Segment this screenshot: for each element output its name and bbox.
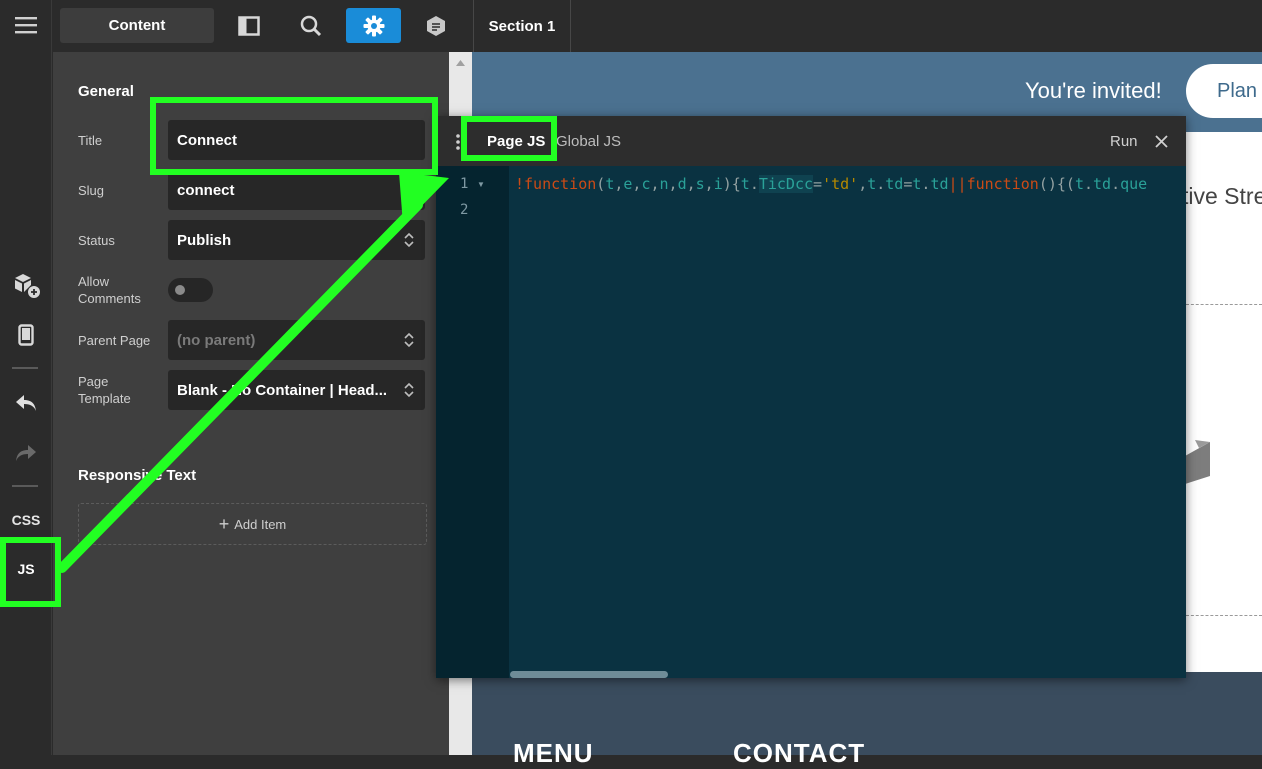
slug-field[interactable]: connect xyxy=(168,170,425,210)
tab-content[interactable]: Content xyxy=(60,8,214,43)
code-line-1[interactable]: !function(t,e,c,n,d,s,i){t.TicDcc='td',t… xyxy=(515,175,1147,193)
add-element-icon[interactable] xyxy=(0,268,52,302)
page-template-value: Blank - No Container | Head... xyxy=(177,381,388,399)
responsive-text-heading: Responsive Text xyxy=(78,467,197,484)
tab-global-js[interactable]: Global JS xyxy=(556,133,621,150)
drag-handle-icon[interactable] xyxy=(456,134,460,150)
highlight-page-js-tab xyxy=(461,116,557,161)
parent-page-select[interactable]: (no parent) xyxy=(168,320,425,360)
plan-button[interactable]: Plan ... xyxy=(1186,64,1262,118)
editor-horizontal-scrollbar[interactable] xyxy=(510,671,668,678)
left-rail: CSS JS xyxy=(0,0,52,755)
slug-label: Slug xyxy=(78,183,105,198)
page-template-label: Page Template xyxy=(78,374,131,406)
css-button[interactable]: CSS xyxy=(0,505,52,535)
rail-divider xyxy=(12,485,38,487)
parent-page-label: Parent Page xyxy=(78,333,151,348)
chevron-updown-icon xyxy=(404,332,414,348)
plus-icon: + xyxy=(218,513,230,534)
line-number: 1 xyxy=(460,176,469,192)
footer-contact-heading: CONTACT xyxy=(733,738,866,768)
tab-section-1[interactable]: Section 1 xyxy=(473,0,571,52)
dashed-divider xyxy=(1186,304,1262,305)
layout-panel-icon[interactable] xyxy=(224,8,274,43)
top-toolbar: Content Section 1 xyxy=(52,0,1262,52)
footer-menu-heading: MENU xyxy=(513,738,594,768)
status-label: Status xyxy=(78,233,115,248)
redo-icon[interactable] xyxy=(0,436,52,470)
parent-page-value: (no parent) xyxy=(177,331,256,349)
mobile-preview-icon[interactable] xyxy=(0,318,52,352)
status-select[interactable]: Publish xyxy=(168,220,425,260)
search-icon[interactable] xyxy=(286,8,336,43)
close-icon[interactable] xyxy=(1155,135,1168,148)
status-value: Publish xyxy=(177,231,232,249)
add-item-label: Add Item xyxy=(234,516,287,532)
chevron-updown-icon xyxy=(404,382,414,398)
general-heading: General xyxy=(78,83,134,100)
cube-icon xyxy=(1185,440,1210,484)
preview-body-text: tive Stre xyxy=(1182,183,1262,209)
fold-arrow-icon[interactable]: ▼ xyxy=(477,180,485,189)
scroll-up-arrow-icon[interactable] xyxy=(456,60,465,66)
menu-icon[interactable] xyxy=(0,8,52,42)
title-label: Title xyxy=(78,133,103,148)
add-item-button[interactable]: + Add Item xyxy=(78,503,427,545)
highlight-js-button xyxy=(0,537,61,607)
rail-divider xyxy=(12,367,38,369)
chevron-updown-icon xyxy=(404,232,414,248)
allow-comments-toggle[interactable] xyxy=(168,278,213,302)
js-editor-panel: Page JS Global JS Run 1 ▼ 2 !function(t,… xyxy=(436,116,1186,678)
css-label: CSS xyxy=(11,512,41,528)
line-number: 2 xyxy=(460,202,469,218)
banner-text: You're invited! xyxy=(1025,78,1162,103)
page-template-select[interactable]: Blank - No Container | Head... xyxy=(168,370,425,410)
line-number-gutter: 1 ▼ 2 xyxy=(436,166,509,678)
highlight-title-field xyxy=(150,97,438,175)
dashed-divider xyxy=(1186,615,1262,616)
allow-comments-label: Allow Comments xyxy=(78,274,141,306)
document-icon[interactable] xyxy=(411,8,461,43)
preview-footer: MENU CONTACT xyxy=(472,672,1262,768)
settings-gear-icon[interactable] xyxy=(346,8,401,43)
run-button[interactable]: Run xyxy=(1110,133,1138,150)
undo-icon[interactable] xyxy=(0,386,52,420)
